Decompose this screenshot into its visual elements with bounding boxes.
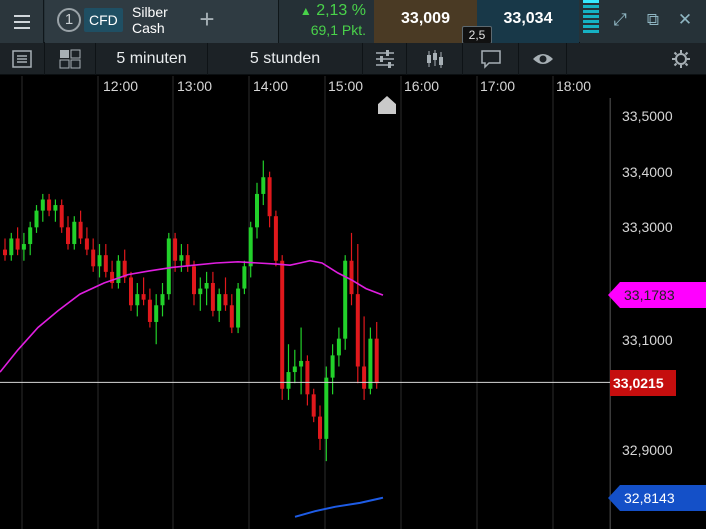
candle-body bbox=[330, 355, 335, 378]
price-label: 33,5000 bbox=[622, 108, 673, 124]
candle-body bbox=[223, 294, 228, 306]
price-label: 33,4000 bbox=[622, 164, 673, 180]
candlestick-chart[interactable] bbox=[0, 0, 706, 529]
candle-body bbox=[9, 238, 14, 256]
candle-body bbox=[248, 227, 253, 267]
candle-body bbox=[166, 238, 171, 295]
candle-body bbox=[286, 372, 291, 389]
candle-body bbox=[267, 177, 272, 217]
candle-body bbox=[40, 199, 45, 211]
candle-body bbox=[160, 294, 165, 306]
candle-body bbox=[217, 294, 222, 311]
candle-body bbox=[141, 294, 146, 300]
candle-body bbox=[97, 255, 102, 267]
candle-body bbox=[21, 244, 26, 250]
candle-body bbox=[280, 260, 285, 389]
candle-body bbox=[103, 255, 108, 272]
moving-average-tag: 33,1783 bbox=[608, 282, 706, 308]
candle-body bbox=[305, 360, 310, 395]
candle-body bbox=[299, 360, 304, 367]
candle-body bbox=[147, 299, 152, 322]
candle-body bbox=[53, 205, 58, 211]
candle-body bbox=[236, 288, 241, 328]
candle-body bbox=[198, 288, 203, 295]
current-price-tag: 33,0215 bbox=[610, 370, 676, 396]
price-label: 33,3000 bbox=[622, 219, 673, 235]
candle-body bbox=[229, 305, 234, 328]
candle-body bbox=[374, 338, 379, 384]
candle-body bbox=[273, 216, 278, 261]
candle-body bbox=[173, 238, 178, 261]
candle-body bbox=[66, 227, 70, 245]
candle-body bbox=[192, 266, 196, 295]
candle-body bbox=[47, 199, 52, 211]
candle-body bbox=[355, 294, 360, 367]
moving-average-line bbox=[0, 259, 384, 373]
candle-body bbox=[311, 394, 316, 417]
candle-body bbox=[362, 366, 367, 389]
candle-body bbox=[324, 377, 329, 439]
candle-body bbox=[255, 193, 259, 228]
candle-body bbox=[15, 238, 20, 250]
candle-body bbox=[154, 305, 159, 322]
price-label: 32,9000 bbox=[622, 442, 673, 458]
candle-body bbox=[336, 338, 341, 356]
candle-body bbox=[34, 210, 39, 228]
candle-body bbox=[185, 255, 190, 267]
candle-body bbox=[28, 227, 33, 245]
candle-body bbox=[368, 338, 373, 389]
candle-body bbox=[59, 205, 64, 228]
candle-body bbox=[210, 283, 215, 311]
candle-body bbox=[349, 260, 354, 295]
candle-body bbox=[242, 266, 247, 289]
candle-body bbox=[72, 221, 77, 245]
candle-body bbox=[318, 416, 322, 439]
candle-body bbox=[292, 366, 297, 373]
lower-line-tag: 32,8143 bbox=[608, 485, 706, 511]
candle-body bbox=[204, 283, 209, 289]
candle-body bbox=[3, 249, 7, 256]
candle-body bbox=[343, 260, 348, 339]
candle-body bbox=[135, 294, 140, 306]
candle-body bbox=[261, 177, 266, 194]
candle-body bbox=[129, 277, 133, 306]
candle-body bbox=[91, 249, 96, 267]
candle-body bbox=[116, 260, 121, 283]
lower-line bbox=[294, 496, 384, 518]
candle-body bbox=[84, 238, 89, 250]
candle-body bbox=[78, 221, 83, 239]
candle-body bbox=[179, 255, 184, 261]
price-label: 33,1000 bbox=[622, 332, 673, 348]
